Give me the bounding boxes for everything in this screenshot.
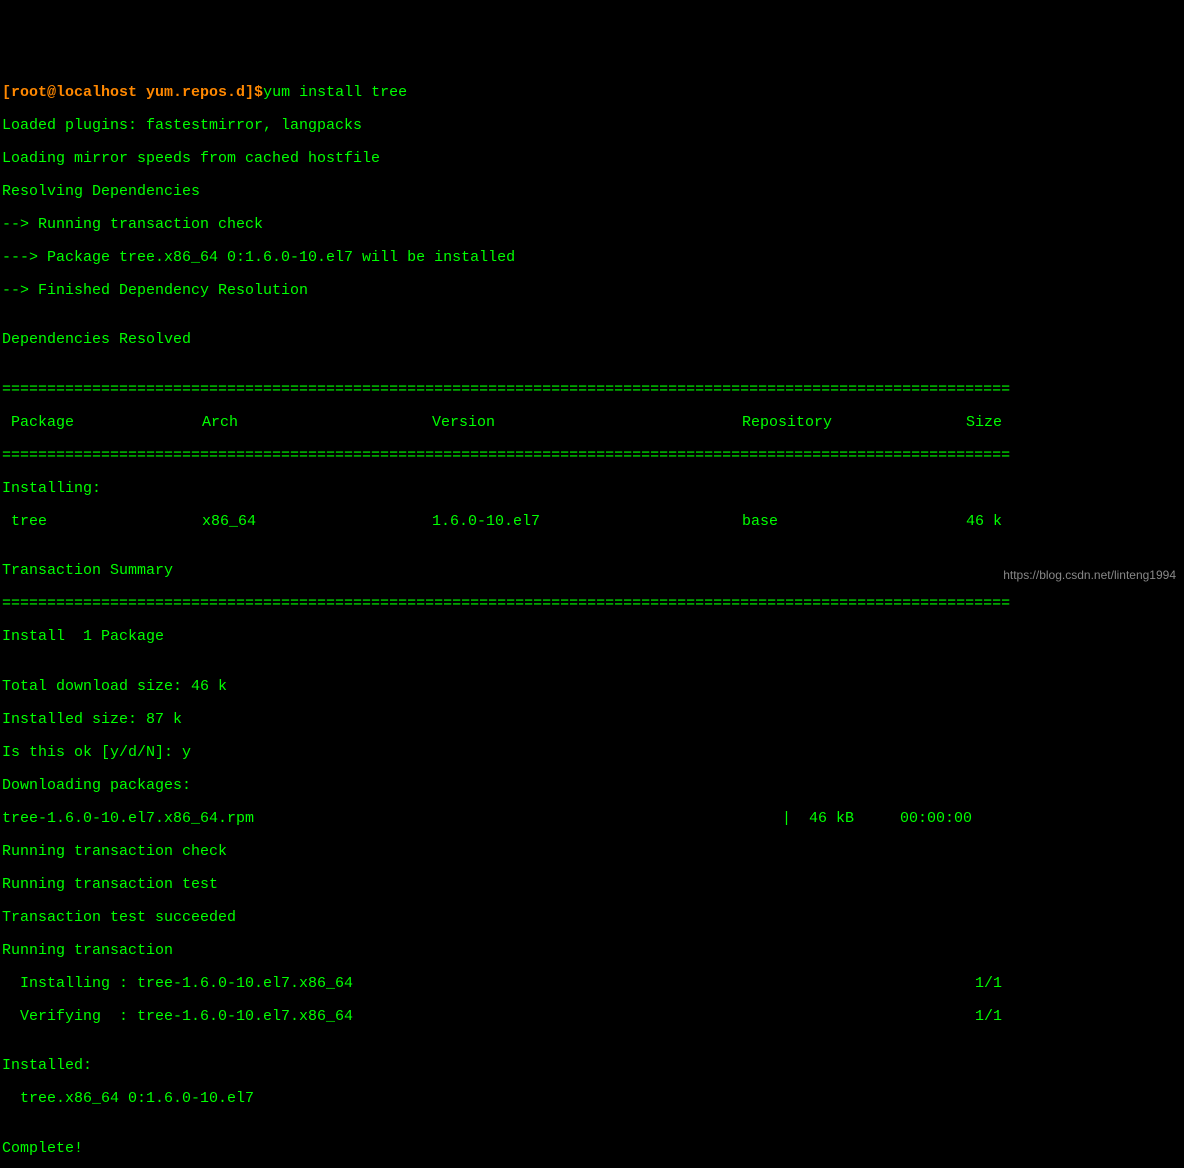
transaction-test: Running transaction test [2, 877, 1182, 894]
table-header: PackageArchVersionRepository Size [2, 415, 1182, 432]
installing-progress: 1/1 [957, 976, 1002, 993]
separator-line: ========================================… [2, 448, 1182, 465]
verifying-line: Verifying : tree-1.6.0-10.el7.x86_641/1 [2, 1009, 1002, 1026]
separator-line: ========================================… [2, 382, 1182, 399]
output-line: --> Finished Dependency Resolution [2, 283, 1182, 300]
output-line: Dependencies Resolved [2, 332, 1182, 349]
install-count: Install 1 Package [2, 629, 1182, 646]
output-line: ---> Package tree.x86_64 0:1.6.0-10.el7 … [2, 250, 1182, 267]
installing-line: Installing : tree-1.6.0-10.el7.x86_641/1 [2, 976, 1002, 993]
cell-package: tree [2, 514, 202, 531]
output-line: Loaded plugins: fastestmirror, langpacks [2, 118, 1182, 135]
header-size: Size [952, 415, 1002, 432]
terminal-output[interactable]: [root@localhost yum.repos.d]$yum install… [0, 66, 1184, 1168]
cell-repository: base [742, 514, 952, 531]
transaction-check: Running transaction check [2, 844, 1182, 861]
verifying-progress: 1/1 [957, 1009, 1002, 1026]
installed-label: Installed: [2, 1058, 1182, 1075]
installed-package: tree.x86_64 0:1.6.0-10.el7 [2, 1091, 1182, 1108]
cell-arch: x86_64 [202, 514, 432, 531]
confirmation-prompt: Is this ok [y/d/N]: y [2, 745, 1182, 762]
header-package: Package [2, 415, 202, 432]
command-text: yum install tree [263, 84, 407, 101]
installing-label: Installing: [2, 481, 1182, 498]
download-size: Total download size: 46 k [2, 679, 1182, 696]
downloading-label: Downloading packages: [2, 778, 1182, 795]
download-size-indicator: | 46 kB [782, 811, 882, 828]
output-line: --> Running transaction check [2, 217, 1182, 234]
running-transaction: Running transaction [2, 943, 1182, 960]
download-time: 00:00:00 [882, 811, 982, 828]
cell-version: 1.6.0-10.el7 [432, 514, 742, 531]
output-line: Resolving Dependencies [2, 184, 1182, 201]
watermark-text: https://blog.csdn.net/linteng1994 [1003, 569, 1176, 582]
transaction-succeeded: Transaction test succeeded [2, 910, 1182, 927]
header-repository: Repository [742, 415, 952, 432]
cell-size: 46 k [952, 514, 1002, 531]
output-line: Loading mirror speeds from cached hostfi… [2, 151, 1182, 168]
table-row: treex86_641.6.0-10.el7base 46 k [2, 514, 1182, 531]
installed-size: Installed size: 87 k [2, 712, 1182, 729]
installing-package: Installing : tree-1.6.0-10.el7.x86_64 [2, 976, 957, 993]
download-progress: tree-1.6.0-10.el7.x86_64.rpm| 46 kB 00:0… [2, 811, 1002, 828]
header-version: Version [432, 415, 742, 432]
prompt-user-host: [root@localhost yum.repos.d] [2, 84, 254, 101]
verifying-package: Verifying : tree-1.6.0-10.el7.x86_64 [2, 1009, 957, 1026]
separator-line: ========================================… [2, 596, 1182, 613]
prompt-line: [root@localhost yum.repos.d]$yum install… [2, 85, 1182, 102]
prompt-dollar: $ [254, 84, 263, 101]
header-arch: Arch [202, 415, 432, 432]
complete-label: Complete! [2, 1141, 1182, 1158]
download-filename: tree-1.6.0-10.el7.x86_64.rpm [2, 811, 782, 828]
